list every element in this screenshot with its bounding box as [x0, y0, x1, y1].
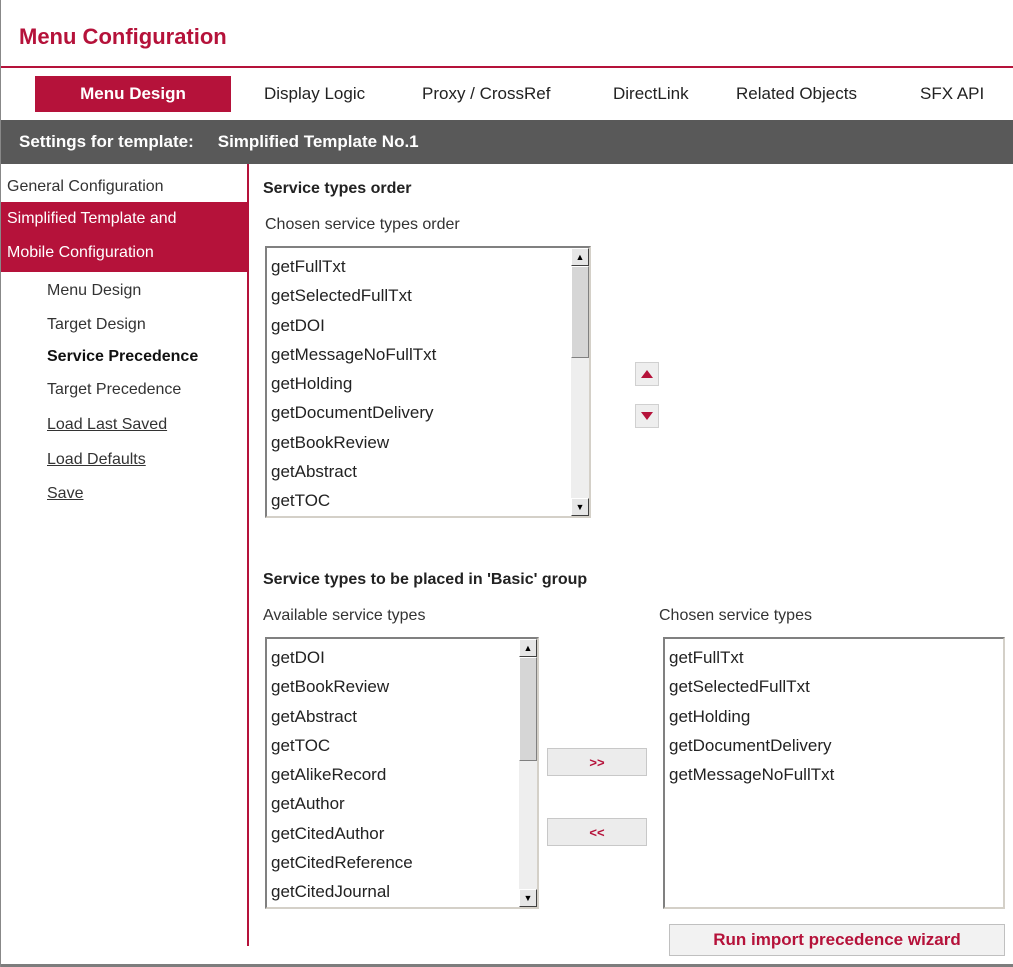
load-defaults-link[interactable]: Load Defaults — [47, 451, 146, 469]
list-option[interactable]: getDOI — [271, 643, 413, 672]
list-option[interactable]: getAbstract — [271, 702, 413, 731]
sidebar-item-simplified-template[interactable]: Simplified Template and Mobile Configura… — [1, 202, 247, 272]
list-option[interactable]: getAlikeRecord — [271, 760, 413, 789]
list-option[interactable]: getDocumentDelivery — [669, 731, 834, 760]
list-option[interactable]: getCitedJournal — [271, 877, 413, 906]
tab-bar: Menu Design Display Logic Proxy / CrossR… — [1, 70, 1013, 112]
sidebar-active-label-line1: Simplified Template and — [7, 210, 177, 227]
list-option[interactable]: getDocumentDelivery — [271, 398, 436, 427]
list-option[interactable]: getAuthor — [271, 789, 413, 818]
sidebar-item-target-precedence[interactable]: Target Precedence — [47, 381, 181, 399]
app-window: Menu Configuration Menu Design Display L… — [0, 0, 1013, 967]
tab-display-logic[interactable]: Display Logic — [264, 76, 365, 112]
sidebar-item-general-configuration[interactable]: General Configuration — [7, 178, 164, 196]
scroll-up-icon[interactable]: ▲ — [519, 639, 537, 657]
sidebar-active-label-line2: Mobile Configuration — [7, 244, 154, 261]
chosen-order-listbox[interactable]: getFullTxt getSelectedFullTxt getDOI getMes… — [265, 246, 591, 518]
list-option[interactable]: getAbstract — [271, 457, 436, 486]
scroll-thumb[interactable] — [519, 657, 537, 761]
list-option[interactable]: getSelectedFullTxt — [271, 281, 436, 310]
add-to-chosen-button[interactable]: >> — [547, 748, 647, 776]
tab-sfx-api[interactable]: SFX API — [920, 76, 984, 112]
list-option[interactable]: getSelectedFullTxt — [669, 672, 834, 701]
move-up-button[interactable] — [635, 362, 659, 386]
tab-proxy-crossref[interactable]: Proxy / CrossRef — [422, 76, 550, 112]
tab-menu-design[interactable]: Menu Design — [35, 76, 231, 112]
list-option[interactable]: getHolding — [669, 702, 834, 731]
tab-directlink[interactable]: DirectLink — [613, 76, 689, 112]
run-import-precedence-wizard-button[interactable]: Run import precedence wizard — [669, 924, 1005, 956]
sidebar-divider — [247, 164, 249, 946]
list-option[interactable]: getBookReview — [271, 428, 436, 457]
list-option[interactable]: getDOI — [271, 311, 436, 340]
chosen-order-options: getFullTxt getSelectedFullTxt getDOI getMes… — [271, 252, 436, 516]
sidebar-item-menu-design[interactable]: Menu Design — [47, 282, 141, 300]
list-option[interactable]: getFullTxt — [669, 643, 834, 672]
template-name: Simplified Template No.1 — [217, 132, 419, 151]
remove-from-chosen-button[interactable]: << — [547, 818, 647, 846]
save-link[interactable]: Save — [47, 485, 83, 503]
list-option[interactable]: getBookReview — [271, 672, 413, 701]
scroll-down-icon[interactable]: ▼ — [571, 498, 589, 516]
scroll-down-icon[interactable]: ▼ — [519, 889, 537, 907]
available-types-scrollbar[interactable]: ▲ ▼ — [519, 639, 537, 907]
chosen-order-scrollbar[interactable]: ▲ ▼ — [571, 248, 589, 516]
list-option[interactable]: getHolding — [271, 369, 436, 398]
chosen-types-options: getFullTxt getSelectedFullTxt getHolding ge… — [669, 643, 834, 789]
list-option[interactable]: getCitedReference — [271, 848, 413, 877]
chosen-types-listbox[interactable]: getFullTxt getSelectedFullTxt getHolding ge… — [663, 637, 1005, 909]
arrow-down-icon — [641, 412, 653, 420]
chosen-types-label: Chosen service types — [659, 607, 812, 624]
list-option[interactable]: getMessageNoFullTxt — [669, 760, 834, 789]
chosen-order-label: Chosen service types order — [265, 216, 460, 233]
service-order-heading: Service types order — [263, 180, 412, 197]
sidebar-item-service-precedence[interactable]: Service Precedence — [47, 348, 198, 366]
list-option[interactable]: getTOC — [271, 731, 413, 760]
move-down-button[interactable] — [635, 404, 659, 428]
list-option[interactable]: getMessageNoFullTxt — [271, 340, 436, 369]
scroll-thumb[interactable] — [571, 266, 589, 358]
sidebar-item-target-design[interactable]: Target Design — [47, 316, 146, 334]
basic-group-heading: Service types to be placed in 'Basic' gr… — [263, 571, 588, 588]
list-option[interactable]: getCitedAuthor — [271, 819, 413, 848]
tab-related-objects[interactable]: Related Objects — [736, 76, 857, 112]
list-option[interactable]: getFullTxt — [271, 252, 436, 281]
available-types-listbox[interactable]: getDOI getBookReview getAbstract getTOC getA… — [265, 637, 539, 909]
page-title: Menu Configuration — [19, 24, 227, 49]
available-types-options: getDOI getBookReview getAbstract getTOC getA… — [271, 643, 413, 907]
scroll-up-icon[interactable]: ▲ — [571, 248, 589, 266]
available-types-label: Available service types — [263, 607, 426, 624]
settings-label: Settings for template: — [19, 132, 194, 151]
title-divider — [1, 66, 1013, 68]
list-option[interactable]: getTOC — [271, 486, 436, 515]
load-last-saved-link[interactable]: Load Last Saved — [47, 416, 167, 434]
settings-bar: Settings for template: Simplified Templa… — [1, 120, 1013, 164]
arrow-up-icon — [641, 370, 653, 378]
